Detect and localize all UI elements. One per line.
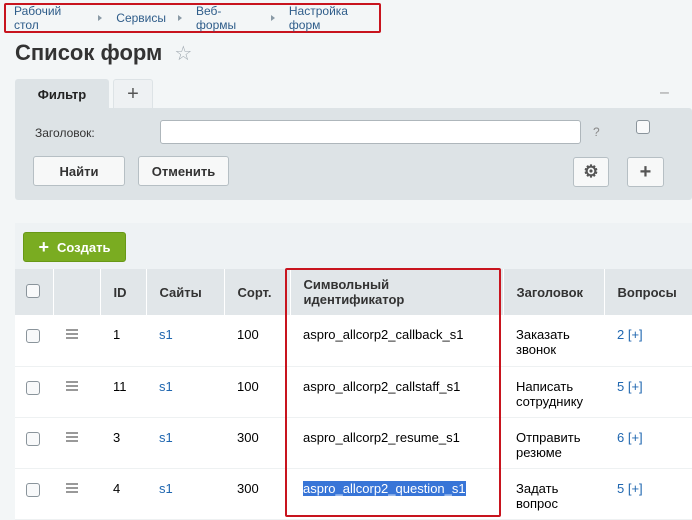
table-row[interactable]: 11 s1 100 aspro_allcorp2_callstaff_s1 На… — [15, 366, 692, 418]
row-site-cell: s1 — [146, 468, 224, 520]
row-site-cell: s1 — [146, 366, 224, 418]
row-code: aspro_allcorp2_callstaff_s1 — [290, 366, 503, 418]
row-check-cell — [15, 417, 53, 469]
minimize-icon[interactable]: – — [660, 84, 674, 101]
help-icon[interactable]: ? — [593, 125, 600, 139]
select-all-header — [15, 269, 54, 315]
find-button[interactable]: Найти — [33, 156, 125, 186]
breadcrumb-item-desktop[interactable]: Рабочий стол — [14, 4, 86, 32]
row-checkbox[interactable] — [26, 380, 40, 395]
row-site-cell: s1 — [146, 417, 224, 469]
breadcrumb-item-services[interactable]: Сервисы — [116, 11, 166, 25]
gear-icon[interactable]: ⚙ — [573, 157, 609, 187]
star-icon[interactable]: ☆ — [174, 41, 192, 66]
row-checkbox[interactable] — [26, 329, 40, 343]
menu-header — [53, 269, 101, 315]
menu-icon[interactable] — [66, 329, 78, 339]
breadcrumb-separator-icon — [178, 15, 183, 21]
forms-table: ID Сайты Сорт. Символьный идентификатор … — [15, 269, 692, 520]
menu-icon[interactable] — [66, 380, 78, 391]
row-code-cell: aspro_allcorp2_question_s1 — [290, 468, 503, 520]
row-questions-link[interactable]: 2 [+] — [617, 327, 643, 342]
plus-icon: + — [38, 237, 50, 257]
breadcrumb: Рабочий стол Сервисы Веб-формы Настройка… — [4, 3, 381, 33]
filter-panel: Заголовок: ? Найти Отменить ⚙ + — [15, 108, 692, 200]
row-sort: 300 — [224, 468, 290, 520]
table-row[interactable]: 1 s1 100 aspro_allcorp2_callback_s1 Зака… — [15, 315, 692, 367]
filter-field-checkbox[interactable] — [636, 120, 650, 134]
row-check-cell — [15, 366, 53, 418]
column-header-id[interactable]: ID — [100, 269, 147, 315]
row-questions-link[interactable]: 5 [+] — [617, 379, 643, 394]
row-questions-link[interactable]: 5 [+] — [617, 481, 643, 496]
cancel-button[interactable]: Отменить — [138, 156, 229, 186]
row-title: Написать сотруднику — [503, 366, 604, 418]
row-id: 3 — [100, 417, 146, 469]
row-sort: 100 — [224, 366, 290, 418]
menu-icon[interactable] — [66, 482, 78, 493]
create-button[interactable]: + Создать — [23, 232, 126, 262]
tab-filter[interactable]: Фильтр — [15, 79, 109, 109]
row-checkbox[interactable] — [26, 482, 40, 497]
row-site-link[interactable]: s1 — [159, 327, 173, 342]
row-checkbox[interactable] — [26, 431, 40, 446]
breadcrumb-item-webforms[interactable]: Веб-формы — [196, 4, 259, 32]
heading-filter-label: Заголовок: — [35, 126, 95, 140]
create-button-label: Создать — [57, 239, 111, 255]
row-code: aspro_allcorp2_resume_s1 — [290, 417, 503, 469]
breadcrumb-separator-icon — [270, 15, 275, 21]
menu-icon[interactable] — [66, 431, 78, 442]
column-header-questions[interactable]: Вопросы — [604, 269, 692, 315]
row-menu-cell — [53, 315, 100, 367]
row-check-cell — [15, 468, 53, 520]
row-id: 1 — [100, 315, 146, 367]
row-sort: 100 — [224, 315, 290, 367]
breadcrumb-item-form-settings[interactable]: Настройка форм — [289, 4, 379, 32]
column-header-title[interactable]: Заголовок — [503, 269, 605, 315]
row-questions-cell: 2 [+] — [604, 315, 692, 367]
row-questions-cell: 5 [+] — [604, 366, 692, 418]
add-filter-tab-button[interactable]: + — [113, 79, 153, 109]
heading-filter-input[interactable] — [160, 120, 581, 144]
row-check-cell — [15, 315, 53, 367]
page-title: Список форм — [15, 40, 163, 65]
breadcrumb-separator-icon — [98, 15, 103, 21]
row-menu-cell — [53, 417, 100, 469]
row-code: aspro_allcorp2_callback_s1 — [290, 315, 503, 367]
row-questions-link[interactable]: 6 [+] — [617, 430, 643, 445]
column-header-sites[interactable]: Сайты — [146, 269, 225, 315]
row-code-selected[interactable]: aspro_allcorp2_question_s1 — [303, 480, 466, 496]
row-sort: 300 — [224, 417, 290, 469]
row-menu-cell — [53, 468, 100, 520]
forms-list-panel: + Создать ID Сайты Сорт. Символьный иден… — [15, 223, 692, 520]
table-row[interactable]: 3 s1 300 aspro_allcorp2_resume_s1 Отправ… — [15, 417, 692, 469]
select-all-checkbox[interactable] — [26, 283, 40, 298]
row-questions-cell: 5 [+] — [604, 468, 692, 520]
row-menu-cell — [53, 366, 100, 418]
row-site-link[interactable]: s1 — [159, 430, 173, 445]
row-title: Отправить резюме — [503, 417, 604, 469]
column-header-sort[interactable]: Сорт. — [224, 269, 291, 315]
row-questions-cell: 6 [+] — [604, 417, 692, 469]
row-id: 4 — [100, 468, 146, 520]
row-site-link[interactable]: s1 — [159, 481, 173, 496]
row-site-link[interactable]: s1 — [159, 379, 173, 394]
add-filter-field-button[interactable]: + — [627, 157, 664, 187]
table-row[interactable]: 4 s1 300 aspro_allcorp2_question_s1 Зада… — [15, 468, 692, 520]
table-header-row: ID Сайты Сорт. Символьный идентификатор … — [15, 269, 692, 315]
row-id: 11 — [100, 366, 146, 418]
row-site-cell: s1 — [146, 315, 224, 367]
title-row: Список форм ☆ — [15, 36, 192, 70]
column-header-code[interactable]: Символьный идентификатор — [290, 269, 504, 315]
row-title: Заказать звонок — [503, 315, 604, 367]
list-toolbar: + Создать — [15, 223, 692, 269]
row-title: Задать вопрос — [503, 468, 604, 520]
